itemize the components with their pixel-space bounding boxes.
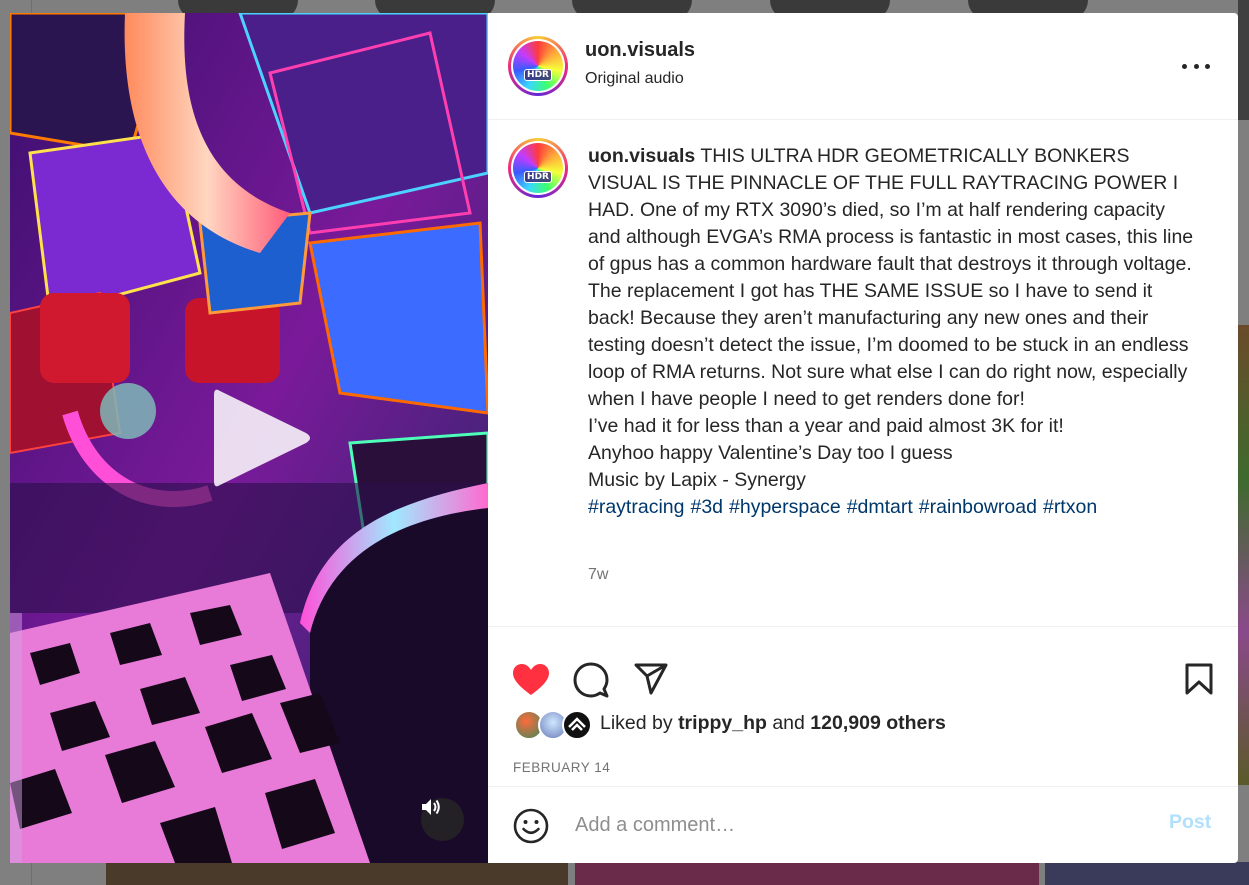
post-video[interactable] (10, 13, 488, 863)
play-button[interactable] (208, 383, 318, 493)
audio-link[interactable]: Original audio (585, 70, 684, 88)
background-thumbnail (1045, 862, 1249, 885)
more-options-button[interactable] (1182, 53, 1210, 79)
comment-icon (573, 662, 609, 698)
hashtag-link[interactable]: #rainbowroad (919, 496, 1037, 518)
emoji-icon (513, 808, 549, 844)
likes-count[interactable]: 120,909 others (810, 712, 946, 734)
caption-text: Music by Lapix - Synergy (588, 469, 806, 491)
caption-author-avatar[interactable]: HDR (508, 138, 568, 198)
hashtag-link[interactable]: #rtxon (1043, 496, 1097, 518)
more-icon (1182, 63, 1187, 69)
hashtag-link[interactable]: #hyperspace (729, 496, 841, 518)
share-icon (634, 663, 668, 695)
caption-section: HDR uon.visuals THIS ULTRA HDR GEOMETRIC… (488, 120, 1238, 626)
comment-form: Post (488, 786, 1238, 864)
background-thumbnail (575, 862, 1039, 885)
comment-input[interactable] (573, 809, 1137, 841)
play-icon (214, 389, 310, 487)
caption-text: Anyhoo happy Valentine’s Day too I guess (588, 442, 953, 464)
hashtag-link[interactable]: #dmtart (847, 496, 913, 518)
liker-logo-icon (568, 717, 586, 731)
hashtag-list: #raytracing #3d #hyperspace #dmtart #rainbow… (588, 494, 1198, 521)
likes-summary: Liked by trippy_hp and 120,909 others (514, 710, 1214, 744)
audio-toggle-button[interactable] (421, 798, 464, 841)
caption-text: THIS ULTRA HDR GEOMETRICALLY BONKERS VIS… (588, 145, 1194, 410)
liker-avatar[interactable] (562, 710, 592, 740)
post-details-panel: HDR uon.visuals Original audio HDR uon.v… (488, 13, 1238, 863)
heart-icon (513, 664, 549, 695)
author-avatar[interactable]: HDR (508, 36, 568, 96)
caption-username[interactable]: uon.visuals (588, 145, 695, 167)
avatar-badge-text: HDR (524, 171, 552, 183)
hashtag-link[interactable]: #raytracing (588, 496, 684, 518)
share-button[interactable] (634, 663, 668, 700)
emoji-picker-button[interactable] (513, 808, 549, 849)
save-button[interactable] (1185, 663, 1213, 700)
caption-text: I’ve had it for less than a year and pai… (588, 415, 1064, 437)
post-time-ago[interactable]: 7w (588, 566, 608, 584)
post-caption: uon.visuals THIS ULTRA HDR GEOMETRICALLY… (588, 143, 1198, 521)
post-actions: Liked by trippy_hp and 120,909 others FE… (488, 626, 1238, 787)
post-date[interactable]: FEBRUARY 14 (513, 760, 610, 775)
bookmark-icon (1185, 663, 1213, 695)
speaker-icon (422, 799, 440, 815)
liker-username[interactable]: trippy_hp (678, 712, 767, 734)
background-thumbnail (106, 862, 568, 885)
author-username[interactable]: uon.visuals (585, 39, 695, 62)
hashtag-link[interactable]: #3d (690, 496, 723, 518)
background-thumbnail (1238, 0, 1249, 120)
comment-button[interactable] (573, 662, 609, 703)
likes-text: Liked by trippy_hp and 120,909 others (600, 712, 946, 734)
background-thumbnail (1238, 325, 1249, 785)
avatar-badge-text: HDR (524, 69, 552, 81)
post-comment-button[interactable]: Post (1169, 811, 1211, 834)
post-header: HDR uon.visuals Original audio (488, 13, 1238, 120)
like-button[interactable] (512, 663, 550, 702)
